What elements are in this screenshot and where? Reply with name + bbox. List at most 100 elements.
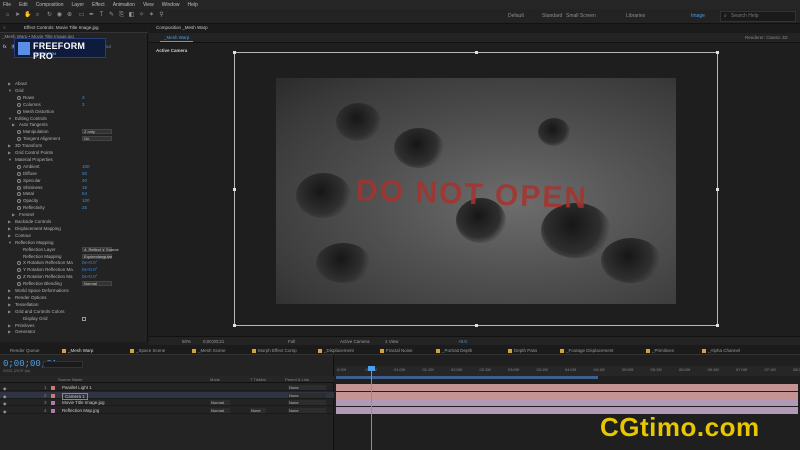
parent-dropdown[interactable]: None [288,392,326,398]
parent-dropdown[interactable]: None [288,400,326,405]
property-row[interactable]: ▶ Auto Tangents [0,122,148,128]
property-row[interactable]: ▶ Grid and Controls Colors [0,309,148,315]
roto-brush-icon[interactable]: ✧ [138,12,145,19]
track-matte-dropdown[interactable]: None [250,407,266,413]
exposure-value[interactable]: +0.0 [458,339,467,344]
property-value[interactable]: 50 [82,171,87,177]
collapsed-arrow-icon[interactable]: ▶ [12,212,15,218]
timeline-tab[interactable]: Depth Pass [508,348,537,353]
rectangle-tool-icon[interactable]: ▭ [78,12,85,19]
stopwatch-icon[interactable] [17,137,21,142]
menu-edit[interactable]: Edit [19,2,28,8]
property-dropdown[interactable]: 4. Reflect ∨ Source [82,246,119,252]
layer-search-input[interactable] [43,361,83,368]
collapsed-arrow-icon[interactable]: ▶ [8,219,11,225]
stopwatch-icon[interactable] [17,95,21,100]
pin-tool-icon[interactable]: ⚲ [158,12,165,19]
views-dropdown[interactable]: 1 View [385,339,398,344]
property-row[interactable]: Z Rotation Reflection Ma 0x+0.0° [0,274,148,280]
property-row[interactable]: ▼ Grid [0,88,148,94]
resolution-dropdown[interactable]: Full [288,339,295,344]
property-value[interactable]: 0x+0.0° [82,267,97,273]
timeline-tab[interactable]: _Primitives [646,348,674,353]
transform-handle[interactable] [233,51,236,54]
stopwatch-icon[interactable] [17,178,21,183]
stopwatch-icon[interactable] [17,268,21,273]
property-row[interactable]: Rows 3 [0,95,148,101]
property-row[interactable]: ▶ Grid Control Points [0,150,148,156]
property-value[interactable]: 25 [82,205,87,211]
blend-mode-dropdown[interactable]: Normal [210,407,230,413]
property-row[interactable]: Ambient 100 [0,164,148,170]
stopwatch-icon[interactable] [17,275,21,280]
transform-handle[interactable] [233,188,236,191]
transform-handle[interactable] [716,51,719,54]
collapsed-arrow-icon[interactable]: ▶ [8,302,11,308]
timeline-tab[interactable]: _Displacement [318,348,354,353]
col-parent-link[interactable]: Parent & Link [285,377,309,382]
viewer-timecode[interactable]: 0;00;00;21 [203,339,224,344]
timeline-tab[interactable]: _Portrait Depth [436,348,472,353]
layer-label-color[interactable] [51,386,55,390]
playhead-line[interactable] [371,366,372,450]
property-value[interactable]: 0x+0.0° [82,274,97,280]
layer-name[interactable]: Movie Title Image.jpg [62,399,105,406]
menu-window[interactable]: Window [162,2,180,8]
collapsed-arrow-icon[interactable]: ▶ [8,295,11,301]
col-mode[interactable]: Mode [210,377,220,382]
property-dropdown[interactable]: On [82,136,112,142]
transform-handle[interactable] [716,324,719,327]
timeline-tab[interactable]: _Mesh Warp [62,348,93,353]
expanded-arrow-icon[interactable]: ▼ [8,116,12,122]
timeline-tab[interactable]: _Space Scene [130,348,165,353]
property-row[interactable]: ▶ World Space Deformations [0,288,148,294]
stopwatch-icon[interactable] [17,206,21,211]
timeline-tab[interactable]: _Footage Displacement [560,348,614,353]
stopwatch-icon[interactable] [17,171,21,176]
stopwatch-icon[interactable] [17,164,21,169]
rotate-tool-icon[interactable]: ↻ [46,12,53,19]
layer-row[interactable]: ◉ 2 Camera 1 None [0,391,334,400]
puppet-tool-icon[interactable]: ✶ [148,12,155,19]
renderer-label[interactable]: Renderer: Classic 3D [745,35,788,40]
collapsed-arrow-icon[interactable]: ▶ [8,81,11,87]
collapsed-arrow-icon[interactable]: ▶ [8,288,11,294]
work-area-bar[interactable] [336,376,598,379]
property-dropdown[interactable]: Equirectangular [82,253,112,259]
property-row[interactable]: ▶ Primitives [0,323,148,329]
transform-handle[interactable] [475,324,478,327]
layer-duration-bar[interactable] [336,399,798,406]
parent-dropdown[interactable]: None [288,385,326,390]
property-row[interactable]: ▶ About [0,81,148,87]
zoom-tool-icon[interactable]: ⌕ [34,12,41,19]
property-row[interactable]: Tangent Alignment On [0,136,148,142]
visibility-eye-icon[interactable]: ◉ [3,408,7,415]
layer-label-color[interactable] [51,401,55,405]
panel-menu-icon[interactable]: ≡ [3,25,6,30]
comp-subtab-mesh-warp[interactable]: _Mesh Warp [160,34,194,42]
property-dropdown[interactable]: Z only [82,129,112,135]
property-value[interactable]: 64 [82,191,87,197]
expanded-arrow-icon[interactable]: ▼ [8,240,12,246]
property-row[interactable]: ▶ Fresnel [0,212,148,218]
collapsed-arrow-icon[interactable]: ▶ [8,150,11,156]
layer-label-color[interactable] [51,393,55,398]
stopwatch-icon[interactable] [17,185,21,190]
parent-dropdown[interactable]: None [288,407,326,413]
property-row[interactable]: Mesh Distortion [0,109,148,115]
tab-composition[interactable]: Composition _Mesh Warp [156,25,208,30]
playhead-handle[interactable] [368,366,375,371]
pan-behind-tool-icon[interactable]: ⊕ [66,12,73,19]
menu-composition[interactable]: Composition [36,2,64,8]
col-trkmat[interactable]: T TrkMat [250,377,266,382]
property-row[interactable]: Columns 3 [0,102,148,108]
property-row[interactable]: Reflection Mapping Equirectangular [0,253,148,260]
workspace-libraries[interactable]: Libraries [626,13,645,19]
property-row[interactable]: ▼ Material Properties [0,157,148,163]
stopwatch-icon[interactable] [17,261,21,266]
collapsed-arrow-icon[interactable]: ▶ [8,323,11,329]
fx-badge[interactable]: fx [3,44,7,49]
collapsed-arrow-icon[interactable]: ▶ [12,122,15,128]
blend-mode-dropdown[interactable]: Normal [210,400,230,405]
collapsed-arrow-icon[interactable]: ▶ [8,226,11,232]
